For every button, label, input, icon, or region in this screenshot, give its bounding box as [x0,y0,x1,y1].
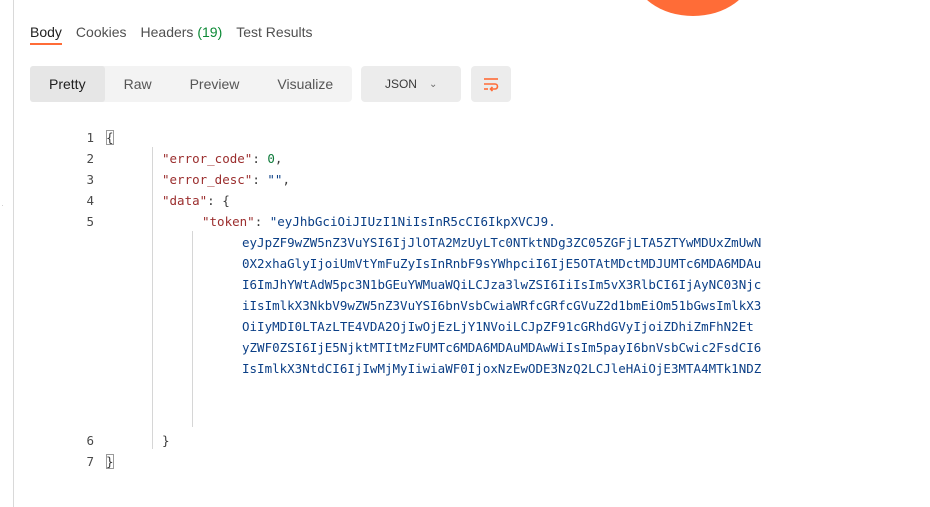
left-gutter: · [0,0,13,507]
word-wrap-icon [484,78,499,92]
line-number: 7 [86,454,94,469]
close-brace: } [106,454,114,469]
line-number: 3 [86,172,94,187]
view-raw-button[interactable]: Raw [105,66,171,102]
line-number: 6 [86,433,94,448]
json-key: "error_desc" [162,172,253,187]
json-string: "" [267,172,283,187]
body-toolbar: Pretty Raw Preview Visualize JSON ⌄ [30,66,512,102]
line-number: 2 [86,151,94,166]
json-key: "data" [162,193,208,208]
response-tabs: Body Cookies Headers (19) Test Results [30,20,326,50]
token-part: eyJpZF9wZW5nZ3VuYSI6IjJlOTA2MzUyLTc0NTkt… [242,235,762,250]
code-line: "error_code": 0, [162,151,283,166]
token-part: yZWF0ZSI6IjE5NjktMTItMzFUMTc6MDA6MDAuMDA… [242,340,762,355]
code-line: } [162,431,170,451]
line-number: 5 [86,214,94,229]
indent-guide [152,147,153,449]
code-line: "error_desc": "", [162,172,290,187]
word-wrap-button[interactable] [471,66,512,102]
open-brace: { [106,130,114,145]
token-part: "eyJhbGciOiJIUzI1NiIsInR5cCI6IkpXVCJ9. [269,214,556,229]
code-line: { [106,128,114,148]
response-panel: Body Cookies Headers (19) Test Results P… [13,0,930,507]
tab-cookies[interactable]: Cookies [76,20,127,50]
token-part: OiIyMDI0LTAzLTE4VDA2OjIwOjEzLjY1NVoiLCJp… [242,319,754,334]
headers-count-badge: (19) [197,24,223,40]
indent-guide [192,231,193,427]
view-pretty-button[interactable]: Pretty [30,66,105,102]
open-brace: { [222,193,230,208]
token-part: I6ImJhYWtAdW5pc3N1bGEuYWMuaWQiLCJza3lwZS… [242,277,762,292]
tab-body-label: Body [30,24,62,40]
tab-body[interactable]: Body [30,20,62,50]
code-line: } [106,452,114,472]
close-brace: } [162,433,170,448]
format-select[interactable]: JSON ⌄ [361,66,462,102]
line-number: 4 [86,193,94,208]
gutter-mark: · [1,200,4,210]
decorative-orange-shape [634,0,752,16]
json-key: "token" [202,214,255,229]
tab-test-results-label: Test Results [236,24,313,40]
tab-headers[interactable]: Headers (19) [141,20,223,50]
line-number: 1 [86,130,94,145]
token-part: 0X2xhaGlyIjoiUmVtYmFuZyIsInRnbF9sYWhpciI… [242,256,762,271]
format-select-value: JSON [384,77,417,91]
code-line: "data": { [162,193,230,208]
tab-headers-label: Headers [140,24,194,40]
token-part: IsImlkX3NtdCI6IjIwMjMyIiwiaWF0IjoxNzEwOD… [242,361,762,376]
json-number: 0 [267,151,275,166]
chevron-down-icon: ⌄ [428,78,438,90]
token-part: iIsImlkX3NkbV9wZW5nZ3VuYSI6bnVsbCwiaWRfc… [242,298,762,313]
tab-test-results[interactable]: Test Results [236,20,312,50]
view-preview-button[interactable]: Preview [171,66,259,102]
view-visualize-button[interactable]: Visualize [258,66,352,102]
view-mode-group: Pretty Raw Preview Visualize [30,66,353,102]
code-line: "token": "eyJhbGciOiJIUzI1NiIsInR5cCI6Ik… [202,214,556,229]
tab-cookies-label: Cookies [75,24,127,40]
response-code-view[interactable]: 1 2 3 4 5 6 7 { "error_code": 0, "error_… [14,123,930,507]
json-key: "error_code" [162,151,253,166]
